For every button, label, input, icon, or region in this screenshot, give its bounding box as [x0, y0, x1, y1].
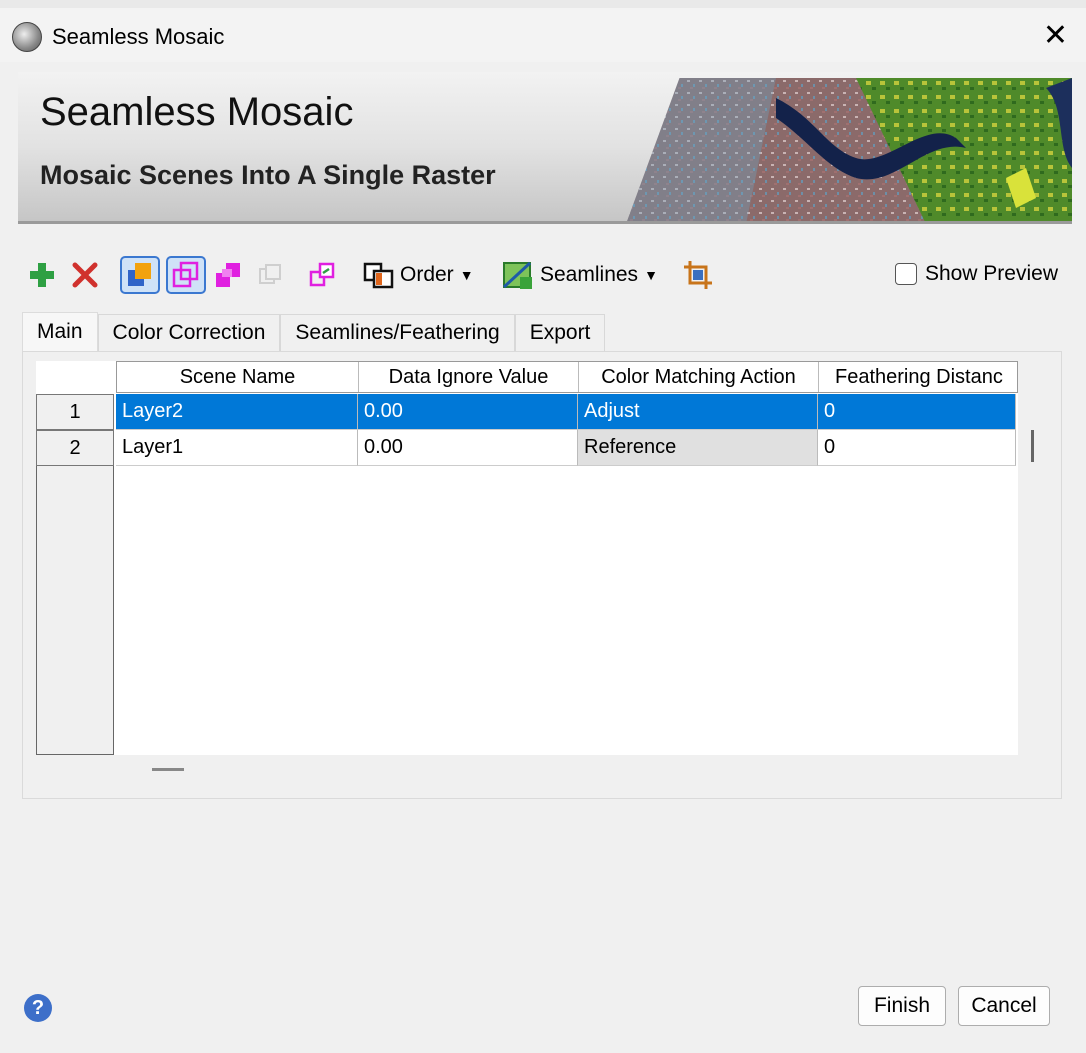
- help-icon[interactable]: ?: [24, 994, 52, 1022]
- mosaic-footprint-icon: [120, 256, 160, 294]
- cell-color-matching[interactable]: Adjust: [578, 394, 818, 430]
- copy-disabled-button[interactable]: [256, 256, 284, 294]
- app-logo-icon: [12, 22, 42, 52]
- cell-scene-name[interactable]: Layer1: [116, 430, 358, 466]
- reproject-button[interactable]: [308, 256, 338, 294]
- crop-icon: [684, 261, 712, 289]
- cell-feathering[interactable]: 0: [818, 394, 1016, 430]
- boundary-icon: [166, 256, 206, 294]
- cancel-button[interactable]: Cancel: [958, 986, 1050, 1026]
- grid-header-row: Scene Name Data Ignore Value Color Match…: [116, 361, 1018, 393]
- tab-seamlines-feathering[interactable]: Seamlines/Feathering: [280, 314, 515, 351]
- fill-overlap-button[interactable]: [214, 256, 246, 294]
- table-row[interactable]: Layer1 0.00 Reference 0: [116, 430, 1016, 466]
- tab-bar: Main Color Correction Seamlines/Featheri…: [22, 312, 606, 352]
- column-header-color-matching[interactable]: Color Matching Action: [579, 362, 819, 392]
- cell-feathering[interactable]: 0: [818, 430, 1016, 466]
- column-header-feathering[interactable]: Feathering Distanc: [819, 362, 1017, 392]
- add-icon: [30, 263, 54, 287]
- seamlines-label: Seamlines: [540, 263, 639, 286]
- table-row[interactable]: Layer2 0.00 Adjust 0: [116, 394, 1016, 430]
- crop-button[interactable]: [682, 256, 714, 294]
- satellite-image: [626, 78, 1072, 224]
- seamlines-dropdown[interactable]: Seamlines ▼: [502, 256, 658, 294]
- column-resize-handle[interactable]: [1031, 430, 1034, 462]
- column-header-scene-name[interactable]: Scene Name: [117, 362, 359, 392]
- cell-data-ignore[interactable]: 0.00: [358, 430, 578, 466]
- column-header-data-ignore[interactable]: Data Ignore Value: [359, 362, 579, 392]
- chevron-down-icon: ▼: [644, 267, 658, 283]
- banner-title: Seamless Mosaic: [40, 90, 354, 134]
- order-dropdown[interactable]: Order ▼: [362, 256, 474, 294]
- header-banner: Seamless Mosaic Mosaic Scenes Into A Sin…: [18, 72, 1072, 224]
- window-title: Seamless Mosaic: [52, 24, 225, 49]
- show-preview-checkbox[interactable]: Show Preview: [894, 262, 1058, 286]
- overlap-icon: [216, 263, 240, 287]
- banner-subtitle: Mosaic Scenes Into A Single Raster: [40, 160, 496, 190]
- row-number[interactable]: 2: [36, 430, 114, 466]
- title-bar: Seamless Mosaic ✕: [0, 0, 1086, 62]
- tab-color-correction[interactable]: Color Correction: [97, 314, 281, 351]
- seamlines-icon: [502, 261, 532, 289]
- row-number[interactable]: 1: [36, 394, 114, 430]
- remove-icon: [72, 262, 98, 288]
- order-icon: [363, 262, 394, 289]
- cell-color-matching[interactable]: Reference: [578, 430, 818, 466]
- show-preview-label: Show Preview: [924, 262, 1058, 285]
- remove-scene-button[interactable]: [72, 256, 98, 294]
- tab-main[interactable]: Main: [22, 312, 98, 351]
- grid-splitter-handle[interactable]: [152, 768, 184, 771]
- tab-export[interactable]: Export: [514, 314, 606, 351]
- chevron-down-icon: ▼: [459, 267, 474, 283]
- close-icon[interactable]: ✕: [1043, 18, 1068, 53]
- disabled-copy-icon: [259, 264, 281, 284]
- add-scene-button[interactable]: [28, 256, 56, 294]
- checkbox-icon[interactable]: [894, 263, 917, 285]
- show-footprints-button[interactable]: [120, 256, 160, 294]
- cell-data-ignore[interactable]: 0.00: [358, 394, 578, 430]
- show-boundaries-button[interactable]: [166, 256, 206, 294]
- order-label: Order: [400, 263, 454, 286]
- reproject-icon: [309, 262, 335, 287]
- cell-scene-name[interactable]: Layer2: [116, 394, 358, 430]
- finish-button[interactable]: Finish: [858, 986, 946, 1026]
